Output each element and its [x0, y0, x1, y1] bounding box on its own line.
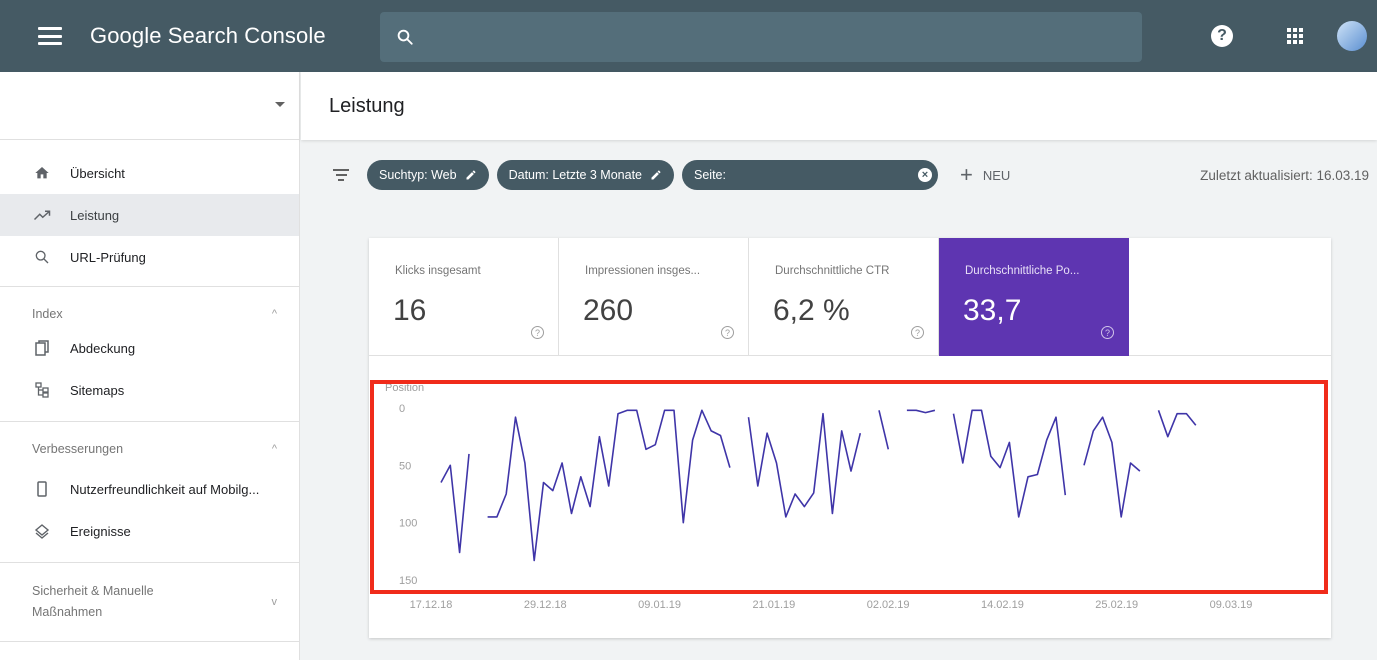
- y-axis-label: Position: [385, 382, 424, 394]
- search-icon: [397, 29, 413, 45]
- performance-card: Klicks insgesamt 16 ? Impressionen insge…: [369, 238, 1331, 638]
- top-icons: ?: [1211, 0, 1377, 72]
- section-title-line: Maßnahmen: [32, 605, 103, 619]
- series-line-segment: [1083, 416, 1141, 518]
- hamburger-menu-icon[interactable]: [38, 27, 62, 45]
- home-icon: [32, 163, 52, 183]
- search-icon: [32, 247, 52, 267]
- plus-icon: +: [960, 162, 973, 187]
- sidebar-item-url-inspection[interactable]: URL-Prüfung: [0, 236, 299, 278]
- chevron-down-icon: [275, 102, 285, 107]
- section-title: Verbesserungen: [32, 442, 124, 456]
- y-tick-label: 0: [399, 403, 405, 415]
- series-line-segment: [440, 453, 470, 554]
- x-tick-label: 29.12.18: [524, 599, 567, 611]
- y-tick-label: 100: [399, 518, 417, 530]
- series-line-segment: [878, 410, 890, 450]
- chevron-up-icon: ^: [271, 443, 277, 455]
- x-tick-label: 21.01.19: [752, 599, 795, 611]
- chip-label: Datum: Letzte 3 Monate: [508, 168, 642, 182]
- x-axis-ticks: 17.12.18 29.12.18 09.01.19 21.01.19 02.02.19…: [410, 599, 1253, 611]
- series-line-segment: [487, 409, 731, 562]
- page-title: Leistung: [329, 94, 405, 117]
- add-filter-label: NEU: [982, 167, 1011, 183]
- sidebar: Übersicht Leistung URL-Prüfung Index ^ A…: [0, 72, 300, 660]
- series-line-segment: [1157, 410, 1197, 438]
- sidebar-item-label: Leistung: [70, 207, 120, 223]
- top-app-bar: Google Search Console ?: [0, 0, 1377, 72]
- trending-up-icon: [32, 205, 52, 225]
- y-tick-label: 150: [399, 575, 417, 587]
- sidebar-item-label: URL-Prüfung: [70, 249, 146, 265]
- clear-filter-icon[interactable]: ×: [918, 168, 932, 182]
- coverage-icon: [32, 338, 52, 358]
- chip-label: Seite:: [694, 168, 726, 182]
- series-line-segment: [906, 409, 936, 414]
- sidebar-item-label: Abdeckung: [70, 340, 136, 356]
- x-tick-label: 17.12.18: [410, 599, 453, 611]
- add-filter-button[interactable]: + NEU: [960, 162, 1010, 188]
- apps-grid-icon[interactable]: [1287, 28, 1303, 44]
- search-input[interactable]: [414, 12, 1142, 62]
- sidebar-item-label: Übersicht: [70, 165, 125, 181]
- y-tick-label: 50: [399, 460, 411, 472]
- sidebar-item-performance[interactable]: Leistung: [0, 194, 299, 236]
- x-tick-label: 09.03.19: [1210, 599, 1253, 611]
- edit-pencil-icon: [651, 170, 661, 180]
- search-type-chip[interactable]: Suchtyp: Web: [367, 160, 489, 190]
- position-line-chart: Position 0 50 100 150 17.12.18 29.12.18 09.01…: [385, 382, 1253, 611]
- sidebar-item-label: Sitemaps: [70, 382, 125, 398]
- app-title[interactable]: Google Search Console: [90, 23, 326, 49]
- sidebar-item-label: Ereignisse: [70, 523, 131, 539]
- section-security-header[interactable]: Sicherheit & Manuelle Maßnahmen v: [0, 563, 299, 641]
- section-title-line: Sicherheit & Manuelle: [32, 584, 154, 598]
- avatar[interactable]: [1337, 21, 1367, 51]
- filter-list-icon[interactable]: [333, 169, 349, 181]
- series-lines: [440, 409, 1197, 562]
- sidebar-item-mobile-usability[interactable]: Nutzerfreundlichkeit auf Mobilg...: [0, 468, 299, 510]
- x-tick-label: 02.02.19: [867, 599, 910, 611]
- sidebar-item-coverage[interactable]: Abdeckung: [0, 327, 299, 369]
- sitemap-icon: [32, 380, 52, 400]
- chevron-down-icon: v: [271, 595, 278, 608]
- series-line-segment: [747, 412, 862, 518]
- date-range-chip[interactable]: Datum: Letzte 3 Monate: [496, 160, 674, 190]
- series-line-segment: [952, 409, 1067, 518]
- x-tick-label: 25.02.19: [1095, 599, 1138, 611]
- last-updated-text: Zuletzt aktualisiert: 16.03.19: [1200, 167, 1369, 183]
- chevron-up-icon: ^: [271, 308, 277, 320]
- help-circle-icon[interactable]: ?: [1211, 25, 1233, 47]
- property-selector[interactable]: [0, 72, 299, 140]
- search-bar[interactable]: [380, 12, 1142, 62]
- filter-bar: Suchtyp: Web Datum: Letzte 3 Monate Seit…: [301, 140, 1377, 210]
- smartphone-icon: [32, 479, 52, 499]
- section-title: Index: [32, 307, 63, 321]
- sidebar-item-sitemaps[interactable]: Sitemaps: [0, 369, 299, 411]
- sidebar-item-events[interactable]: Ereignisse: [0, 510, 299, 552]
- edit-pencil-icon: [466, 170, 476, 180]
- chip-label: Suchtyp: Web: [379, 168, 457, 182]
- page-filter-chip[interactable]: Seite: ×: [682, 160, 938, 190]
- nav-group-main: Übersicht Leistung URL-Prüfung: [0, 140, 299, 278]
- y-axis-ticks: 0 50 100 150: [399, 403, 417, 587]
- events-icon: [32, 521, 52, 541]
- sidebar-item-label: Nutzerfreundlichkeit auf Mobilg...: [70, 481, 260, 497]
- section-title: Sicherheit & Manuelle Maßnahmen: [32, 581, 154, 623]
- page-header: Leistung: [301, 72, 1377, 140]
- x-tick-label: 14.02.19: [981, 599, 1024, 611]
- divider: [0, 641, 299, 642]
- sidebar-item-overview[interactable]: Übersicht: [0, 152, 299, 194]
- x-tick-label: 09.01.19: [638, 599, 681, 611]
